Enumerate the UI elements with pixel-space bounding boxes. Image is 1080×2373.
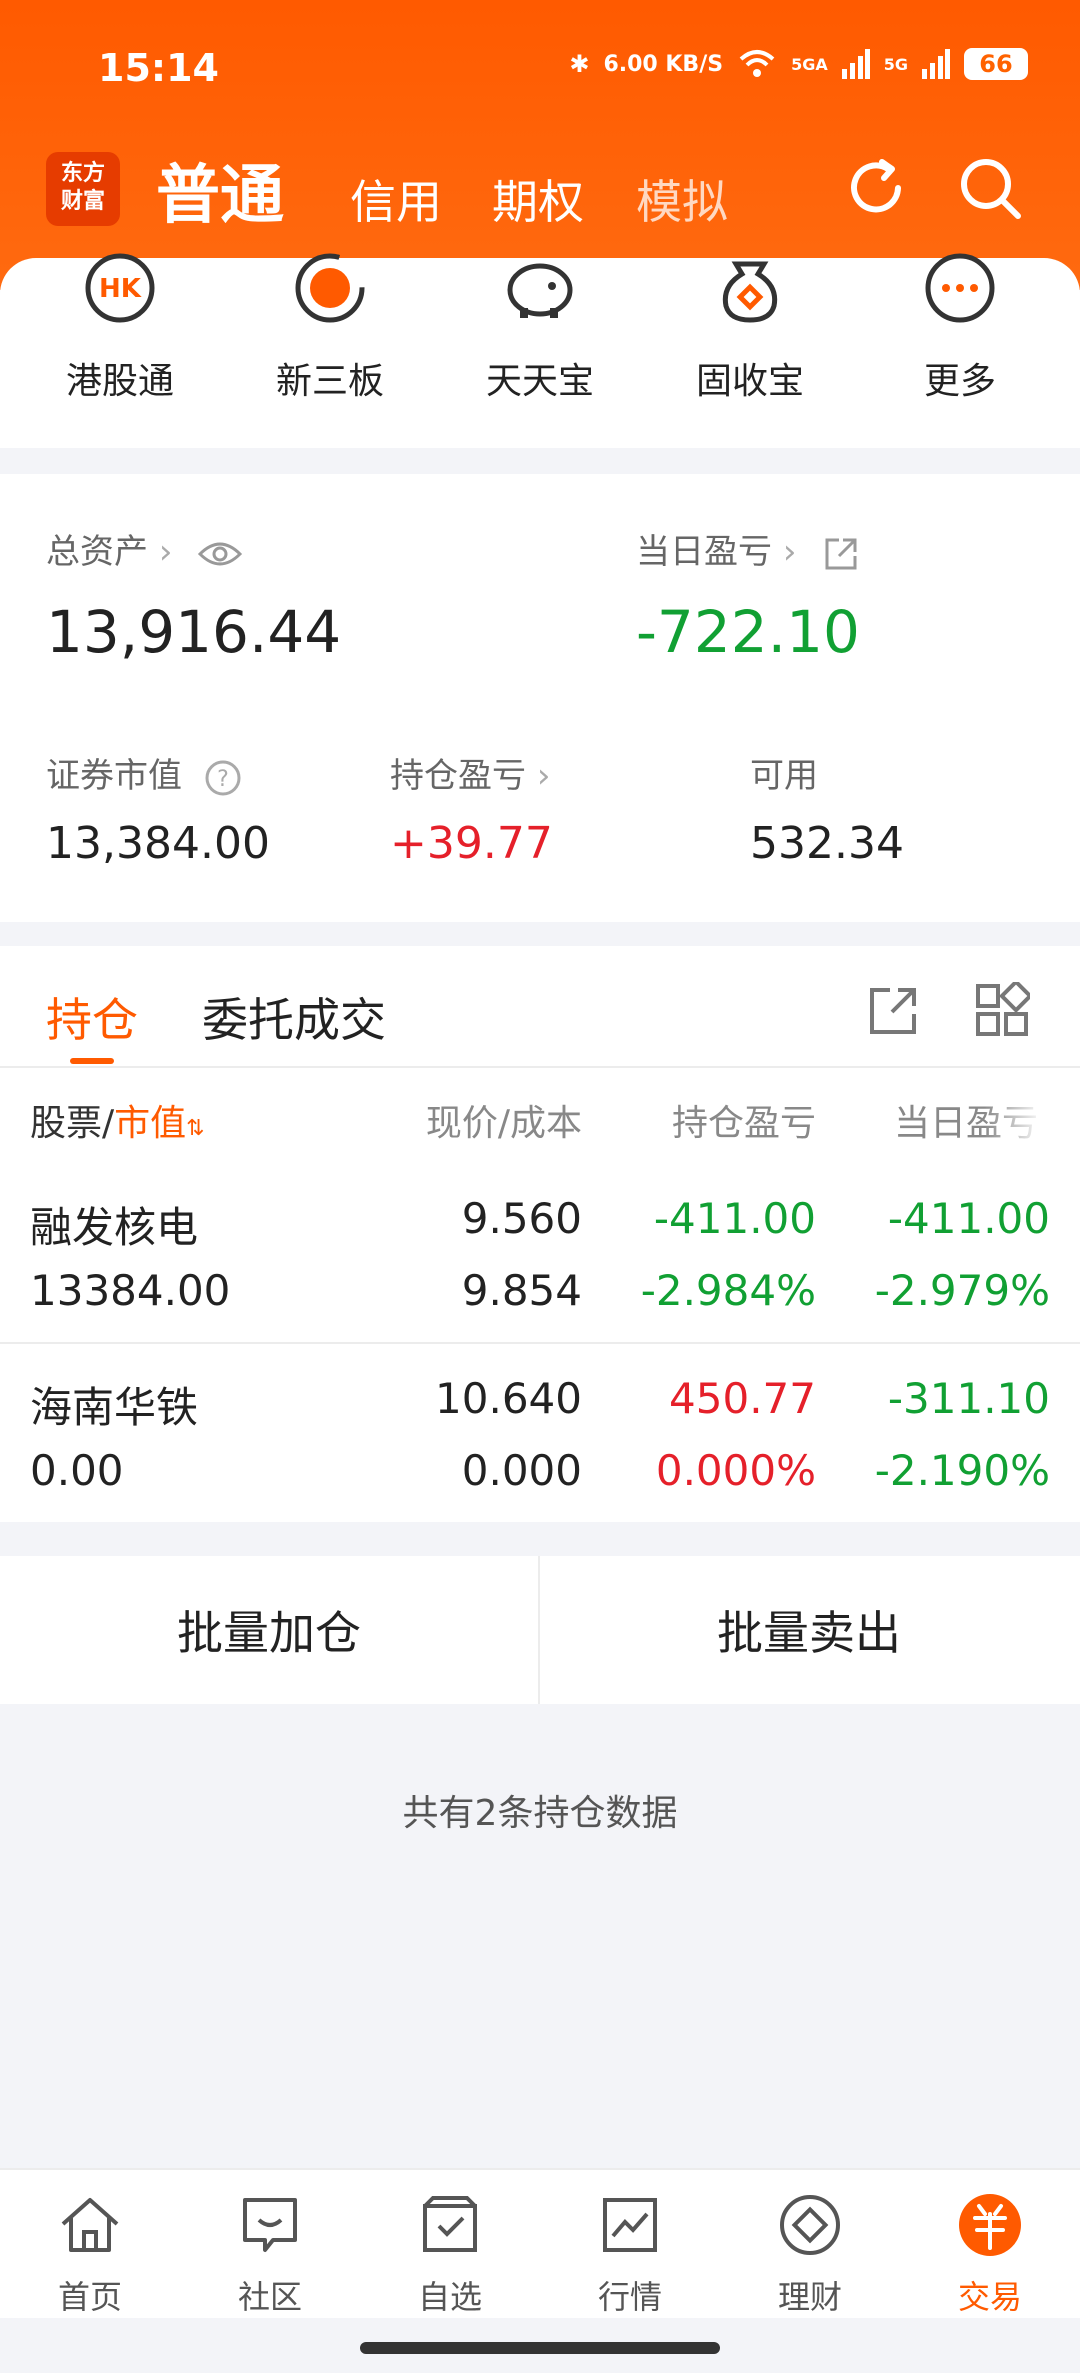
current-price: 10.640 <box>435 1374 582 1423</box>
daily-pnl-pct: -2.190% <box>874 1446 1050 1495</box>
nav-market[interactable]: 行情 <box>540 2192 720 2318</box>
new-board-icon <box>295 253 365 323</box>
signal-label-2: 5G <box>883 54 908 74</box>
signal-icon <box>841 49 870 79</box>
bluetooth-icon: ✱ <box>569 50 590 78</box>
daily-pnl-label[interactable]: 当日盈亏 › <box>636 524 861 574</box>
batch-add-button[interactable]: 批量加仓 <box>0 1556 538 1704</box>
signal-icon <box>922 49 950 79</box>
wifi-icon <box>739 50 775 77</box>
bag-icon <box>722 261 778 323</box>
holding-pnl-pct: -2.984% <box>640 1266 816 1315</box>
active-tab-indicator <box>70 1058 114 1064</box>
shortcut-more[interactable]: 更多 <box>860 253 1060 404</box>
community-icon <box>243 2198 297 2252</box>
current-price: 9.560 <box>461 1194 582 1243</box>
export-icon[interactable] <box>866 982 922 1038</box>
nav-community[interactable]: 社区 <box>180 2192 360 2318</box>
shortcut-panel: HK 港股通 新三板 天天宝 固收宝 更多 <box>0 253 1080 448</box>
shortcut-new-board[interactable]: 新三板 <box>230 253 430 404</box>
available-label: 可用 <box>750 756 818 796</box>
battery-icon: 66 <box>964 48 1028 80</box>
stock-name: 融发核电 <box>30 1203 199 1252</box>
svg-text:HK: HK <box>99 274 142 304</box>
available-value: 532.34 <box>750 818 904 869</box>
help-icon[interactable]: ? <box>203 758 243 798</box>
eye-icon[interactable] <box>197 539 243 569</box>
top-bar: 15:14 ✱ 6.00 KB/S 5GA 5G 66 东方 财富 普通 信用 … <box>0 0 1080 290</box>
securities-value: 13,384.00 <box>46 818 270 869</box>
chevron-right-icon: › <box>158 532 173 572</box>
positions-panel: 持仓 委托成交 股票/市值⇅ 现价/成本 持仓盈亏 当日盈亏 融发核电 1338… <box>0 946 1080 1522</box>
share-icon[interactable] <box>821 534 861 574</box>
tab-positions[interactable]: 持仓 <box>46 984 138 1050</box>
header-stock-mv[interactable]: 股票/市值⇅ <box>30 1094 205 1146</box>
daily-pnl: -311.10 <box>887 1374 1050 1423</box>
assets-panel: 总资产 › 13,916.44 当日盈亏 › -722.10 证券市值 ? 13… <box>0 474 1080 922</box>
cost-price: 0.000 <box>461 1446 582 1495</box>
nav-wealth[interactable]: 理财 <box>720 2192 900 2318</box>
daily-pnl: -411.00 <box>887 1194 1050 1243</box>
securities-value-label: 证券市值 ? <box>46 748 243 798</box>
home-icon <box>61 2198 119 2252</box>
nav-watchlist[interactable]: 自选 <box>360 2192 540 2318</box>
tab-credit[interactable]: 信用 <box>350 166 442 232</box>
divider <box>0 1342 1080 1344</box>
positions-count-note: 共有2条持仓数据 <box>402 1793 678 1834</box>
tab-orders[interactable]: 委托成交 <box>202 984 386 1050</box>
shortcut-hk-connect[interactable]: HK 港股通 <box>20 253 220 404</box>
daily-pnl-value: -722.10 <box>636 598 860 666</box>
network-speed: 6.00 KB/S <box>603 51 724 77</box>
total-assets-label[interactable]: 总资产 › <box>46 524 243 573</box>
sort-icon: ⇅ <box>186 1116 205 1141</box>
tab-options[interactable]: 期权 <box>492 166 584 232</box>
header-holding-pnl: 持仓盈亏 <box>671 1103 816 1144</box>
daily-pnl-pct: -2.979% <box>874 1266 1050 1315</box>
divider <box>0 1066 1080 1068</box>
status-icons: ✱ 6.00 KB/S 5GA 5G 66 <box>569 48 1028 80</box>
nav-trade[interactable]: 交易 <box>900 2192 1080 2318</box>
app-logo[interactable]: 东方 财富 <box>46 152 120 226</box>
stock-market-value: 0.00 <box>30 1446 124 1495</box>
grid-view-icon[interactable] <box>974 982 1030 1038</box>
holding-pnl: -411.00 <box>653 1194 816 1243</box>
trade-icon <box>959 2194 1021 2256</box>
chevron-right-icon: › <box>536 756 551 796</box>
holding-pnl-label[interactable]: 持仓盈亏 › <box>390 748 550 797</box>
wealth-icon <box>780 2195 840 2255</box>
cost-price: 9.854 <box>461 1266 582 1315</box>
header-price-cost: 现价/成本 <box>425 1103 582 1144</box>
stock-name: 海南华铁 <box>30 1383 199 1432</box>
watchlist-icon <box>423 2196 477 2252</box>
holding-pnl: 450.77 <box>669 1374 816 1423</box>
search-icon[interactable] <box>956 154 1024 222</box>
more-icon <box>925 253 995 323</box>
shortcut-gushoubao[interactable]: 固收宝 <box>650 258 850 404</box>
batch-actions: 批量加仓 批量卖出 <box>0 1556 1080 1704</box>
total-assets-value: 13,916.44 <box>46 598 342 666</box>
status-time: 15:14 <box>98 46 219 90</box>
signal-label-1: 5GA <box>791 54 828 74</box>
home-indicator[interactable] <box>360 2342 720 2354</box>
svg-text:?: ? <box>217 767 229 792</box>
chevron-right-icon: › <box>782 532 797 572</box>
piggy-bank-icon <box>507 263 573 318</box>
hk-icon: HK <box>85 253 155 323</box>
tab-normal[interactable]: 普通 <box>156 144 284 236</box>
stock-market-value: 13384.00 <box>30 1266 231 1315</box>
header-daily-pnl: 当日盈亏 <box>894 1103 1039 1144</box>
market-icon <box>603 2198 657 2252</box>
bottom-nav: 首页 社区 自选 行情 理财 交易 <box>0 2168 1080 2318</box>
refresh-icon[interactable] <box>842 154 910 222</box>
tab-simulation[interactable]: 模拟 <box>636 166 728 232</box>
header: 东方 财富 普通 信用 期权 模拟 <box>0 140 1080 250</box>
nav-home[interactable]: 首页 <box>0 2192 180 2318</box>
holding-pnl-value: +39.77 <box>390 818 553 869</box>
holding-pnl-pct: 0.000% <box>655 1446 816 1495</box>
status-bar: 15:14 ✱ 6.00 KB/S 5GA 5G 66 <box>0 0 1080 130</box>
batch-sell-button[interactable]: 批量卖出 <box>540 1556 1078 1704</box>
shortcut-tiantianbao[interactable]: 天天宝 <box>440 258 640 404</box>
